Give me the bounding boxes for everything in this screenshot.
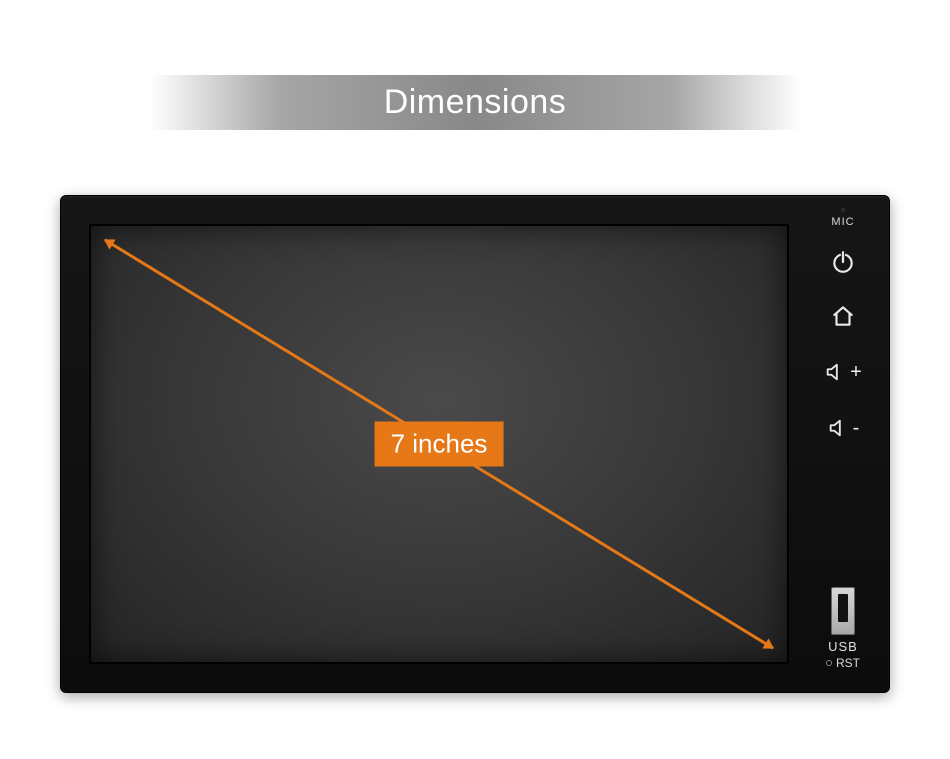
home-icon <box>830 303 856 329</box>
reset-hole-icon[interactable] <box>826 660 832 666</box>
reset-label: RST <box>836 656 860 670</box>
section-title-bar: Dimensions <box>150 75 800 130</box>
speaker-icon <box>824 361 846 383</box>
power-button[interactable] <box>823 242 863 282</box>
mic-label: MIC <box>831 216 854 228</box>
device-screen: 7 inches <box>89 224 789 664</box>
power-icon <box>830 249 856 275</box>
home-button[interactable] <box>823 296 863 336</box>
usb-port[interactable] <box>831 587 855 635</box>
plus-sign: + <box>850 362 862 382</box>
reset-row: RST <box>826 656 860 670</box>
minus-sign: - <box>853 418 860 438</box>
screen-size-label: 7 inches <box>375 422 504 467</box>
speaker-icon <box>827 417 849 439</box>
usb-label: USB <box>828 639 858 654</box>
volume-up-button[interactable]: + <box>824 352 862 392</box>
section-title: Dimensions <box>384 83 567 122</box>
device-frame: 7 inches MIC + - <box>60 195 890 693</box>
volume-down-button[interactable]: - <box>827 408 860 448</box>
device-side-panel: MIC + - U <box>797 214 889 676</box>
